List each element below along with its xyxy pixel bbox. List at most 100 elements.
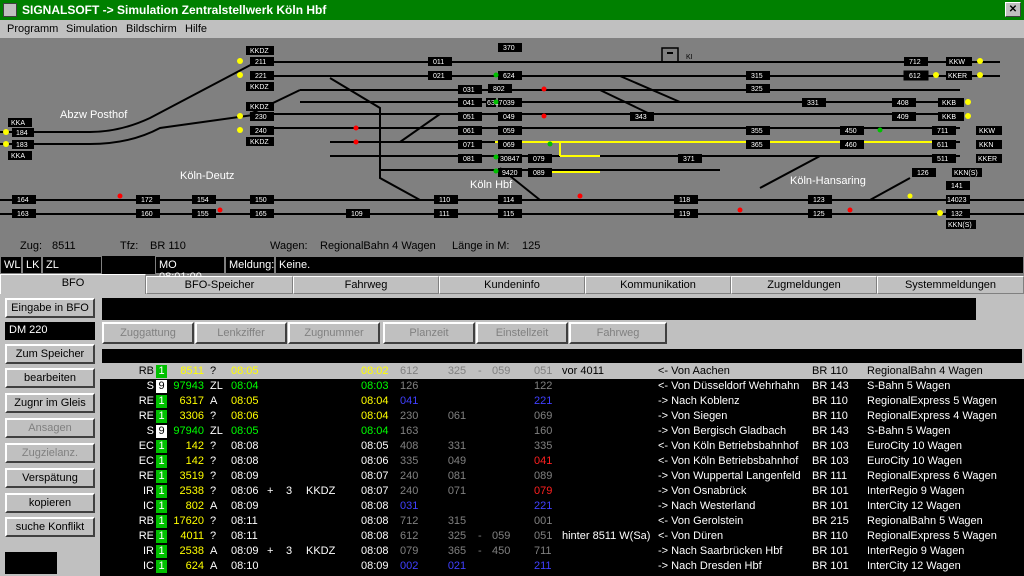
cell-einstellzeit: 08:08 xyxy=(361,515,389,527)
cell-zugnummer: 97940 xyxy=(173,425,204,437)
cell-gleis-b: 315 xyxy=(447,515,467,527)
block-160: 160 xyxy=(136,209,160,218)
menu-programm[interactable]: Programm xyxy=(7,23,58,35)
zugzielanz-button[interactable]: Zugzielanz. xyxy=(5,443,95,463)
suche-konflikt-button[interactable]: suche Konflikt xyxy=(5,517,95,537)
tab-bar: BFO BFO-Speicher Fahrweg Kundeninfo Komm… xyxy=(0,274,1024,294)
einstellzeit-button[interactable]: Einstellzeit xyxy=(476,322,568,344)
verspaetung-button[interactable]: Verspätung xyxy=(5,468,95,488)
app-icon[interactable] xyxy=(3,3,17,17)
cell-gattung: EC xyxy=(138,440,154,452)
block-kker-1: KKER xyxy=(946,71,972,80)
planzeit-button[interactable]: Planzeit xyxy=(383,322,475,344)
cell-wagen: S-Bahn 5 Wagen xyxy=(867,380,951,392)
cell-planzeit: 08:05 xyxy=(231,395,259,407)
table-row[interactable]: RB 1 8511? 08:05 08:02 612 325-059 051 vor 4011 <… xyxy=(100,364,1024,379)
block-114: 114 xyxy=(498,195,522,204)
cell-status: ZL xyxy=(210,425,223,437)
table-row[interactable]: RE 1 6317 A 08:05 08:04 041 221 -> Nach Koblenz B… xyxy=(100,394,1024,409)
cell-planzeit: 08:11 xyxy=(231,530,258,542)
svg-text:049: 049 xyxy=(503,114,515,121)
kopieren-button[interactable]: kopieren xyxy=(5,493,95,513)
cell-zugnummer: 624 xyxy=(185,560,204,572)
block-109: 109 xyxy=(346,209,370,218)
zum-speicher-button[interactable]: Zum Speicher xyxy=(5,344,95,364)
cell-gattung: EC xyxy=(138,455,154,467)
svg-text:163: 163 xyxy=(17,211,29,218)
table-row[interactable]: S 9 97943 ZL 08:04 08:03 126 122 <- Von Düsseldo… xyxy=(100,379,1024,394)
cell-zugnummer: 142 xyxy=(185,455,204,467)
cell-einstellzeit: 08:08 xyxy=(361,545,389,557)
block-184: 184 xyxy=(12,128,34,137)
block-240: 240 xyxy=(250,126,274,135)
block-111: 111 xyxy=(434,209,458,218)
table-row[interactable]: IR 1 2538 A 08:09 +3 KKDZ 08:08 079 365-450 711 -> … xyxy=(100,544,1024,559)
tab-zugmeldungen[interactable]: Zugmeldungen xyxy=(731,276,877,294)
table-row[interactable]: RE 1 4011? 08:11 08:08 612 325-059 051 hinter 85… xyxy=(100,529,1024,544)
cell-gleis-ziel: 221 xyxy=(534,500,553,512)
cell-einstellzeit: 08:04 xyxy=(361,395,389,407)
tab-kommunikation[interactable]: Kommunikation xyxy=(585,276,731,294)
block-049: 049 xyxy=(498,112,522,121)
zuggattung-button[interactable]: Zuggattung xyxy=(102,322,194,344)
table-row[interactable]: RE 1 3519? 08:09 08:07 240 081 089 -> Von Wupper… xyxy=(100,469,1024,484)
laenge-value: 125 xyxy=(522,240,541,252)
cell-baureihe: BR 111 xyxy=(812,470,848,482)
menu-bildschirm[interactable]: Bildschirm xyxy=(126,23,177,35)
tab-kundeninfo[interactable]: Kundeninfo xyxy=(439,276,585,294)
block-9420: 9420 xyxy=(498,168,522,177)
lenkziffer-button[interactable]: Lenkziffer xyxy=(195,322,287,344)
menu-simulation[interactable]: Simulation xyxy=(66,23,117,35)
svg-text:30847: 30847 xyxy=(500,156,520,163)
svg-text:126: 126 xyxy=(917,170,929,177)
cell-lenkziffer: 1 xyxy=(156,365,167,378)
zugnr-im-gleis-button[interactable]: Zugnr im Gleis xyxy=(5,393,95,413)
table-row[interactable]: IC 1 802 A 08:09 08:08 031 221 -> Nach Westerlan… xyxy=(100,499,1024,514)
table-row[interactable]: RE 1 3306? 08:06 08:04 230 061 069 -> Von Siegen… xyxy=(100,409,1024,424)
status-zl: ZL xyxy=(42,256,102,274)
fahrweg-button[interactable]: Fahrweg xyxy=(569,322,667,344)
tab-fahrweg[interactable]: Fahrweg xyxy=(293,276,439,294)
svg-text:371: 371 xyxy=(683,156,695,163)
cell-richtung: -> Nach Westerland xyxy=(658,500,756,512)
cell-gleis-ziel: 069 xyxy=(534,410,553,422)
table-row[interactable]: EC 1 142? 08:08 08:05 408 331 335 <- Von Köln Be… xyxy=(100,439,1024,454)
cell-zugnummer: 802 xyxy=(185,500,204,512)
cell-einstellzeit: 08:08 xyxy=(361,530,389,542)
cell-gattung: IC xyxy=(143,560,154,572)
cell-kkdz: KKDZ xyxy=(306,485,336,497)
tab-bfo[interactable]: BFO xyxy=(0,274,146,294)
table-row[interactable]: S 9 97940 ZL 08:05 08:04 163 160 -> Von Bergisch… xyxy=(100,424,1024,439)
eingabe-button[interactable]: Eingabe in BFO xyxy=(5,298,95,318)
svg-text:KKN: KKN xyxy=(979,142,993,149)
svg-text:071: 071 xyxy=(463,142,475,149)
table-row[interactable]: IC 1 624 A 08:10 08:09 002 021 211 -> Nach Dresde… xyxy=(100,559,1024,574)
cell-baureihe: BR 110 xyxy=(812,410,848,422)
table-row[interactable]: IR 1 2538? 08:06 +3 KKDZ 08:07 240 071 079 -> Von … xyxy=(100,484,1024,499)
cell-planzeit: 08:05 xyxy=(231,425,259,437)
menu-hilfe[interactable]: Hilfe xyxy=(185,23,207,35)
block-kka-top: KKA xyxy=(8,118,32,127)
close-button[interactable]: ✕ xyxy=(1005,2,1021,17)
block-kkb-1: KKB xyxy=(938,98,964,107)
table-row[interactable]: RB 1 17620? 08:11 08:08 712 315 001 <- Von Gerol… xyxy=(100,514,1024,529)
table-row[interactable]: EC 1 142? 08:08 08:06 335 049 041 <- Von Köln Be… xyxy=(100,454,1024,469)
bfo-input-bar[interactable] xyxy=(102,298,976,320)
cell-gleis-a: 335 xyxy=(400,455,419,467)
cell-gleis-b: 071 xyxy=(447,485,467,497)
tab-bfo-speicher[interactable]: BFO-Speicher xyxy=(146,276,293,294)
status-lk: LK xyxy=(22,256,42,274)
block-031: 031 xyxy=(458,85,482,94)
zugnummer-button[interactable]: Zugnummer xyxy=(288,322,380,344)
status-meldung: Keine. xyxy=(275,256,1024,274)
block-kkdz-3: KKDZ xyxy=(246,102,274,111)
tab-systemmeldungen[interactable]: Systemmeldungen xyxy=(877,276,1024,294)
command-field[interactable]: DM 220 xyxy=(5,322,95,340)
cell-zugnummer: 8511 xyxy=(180,365,204,377)
bearbeiten-button[interactable]: bearbeiten xyxy=(5,368,95,388)
svg-text:14023: 14023 xyxy=(947,197,967,204)
cell-lenkziffer: 1 xyxy=(156,560,167,573)
cell-gattung: S xyxy=(146,380,154,392)
ansagen-button[interactable]: Ansagen xyxy=(5,418,95,438)
cell-gleis-ziel: 051 xyxy=(534,530,553,542)
